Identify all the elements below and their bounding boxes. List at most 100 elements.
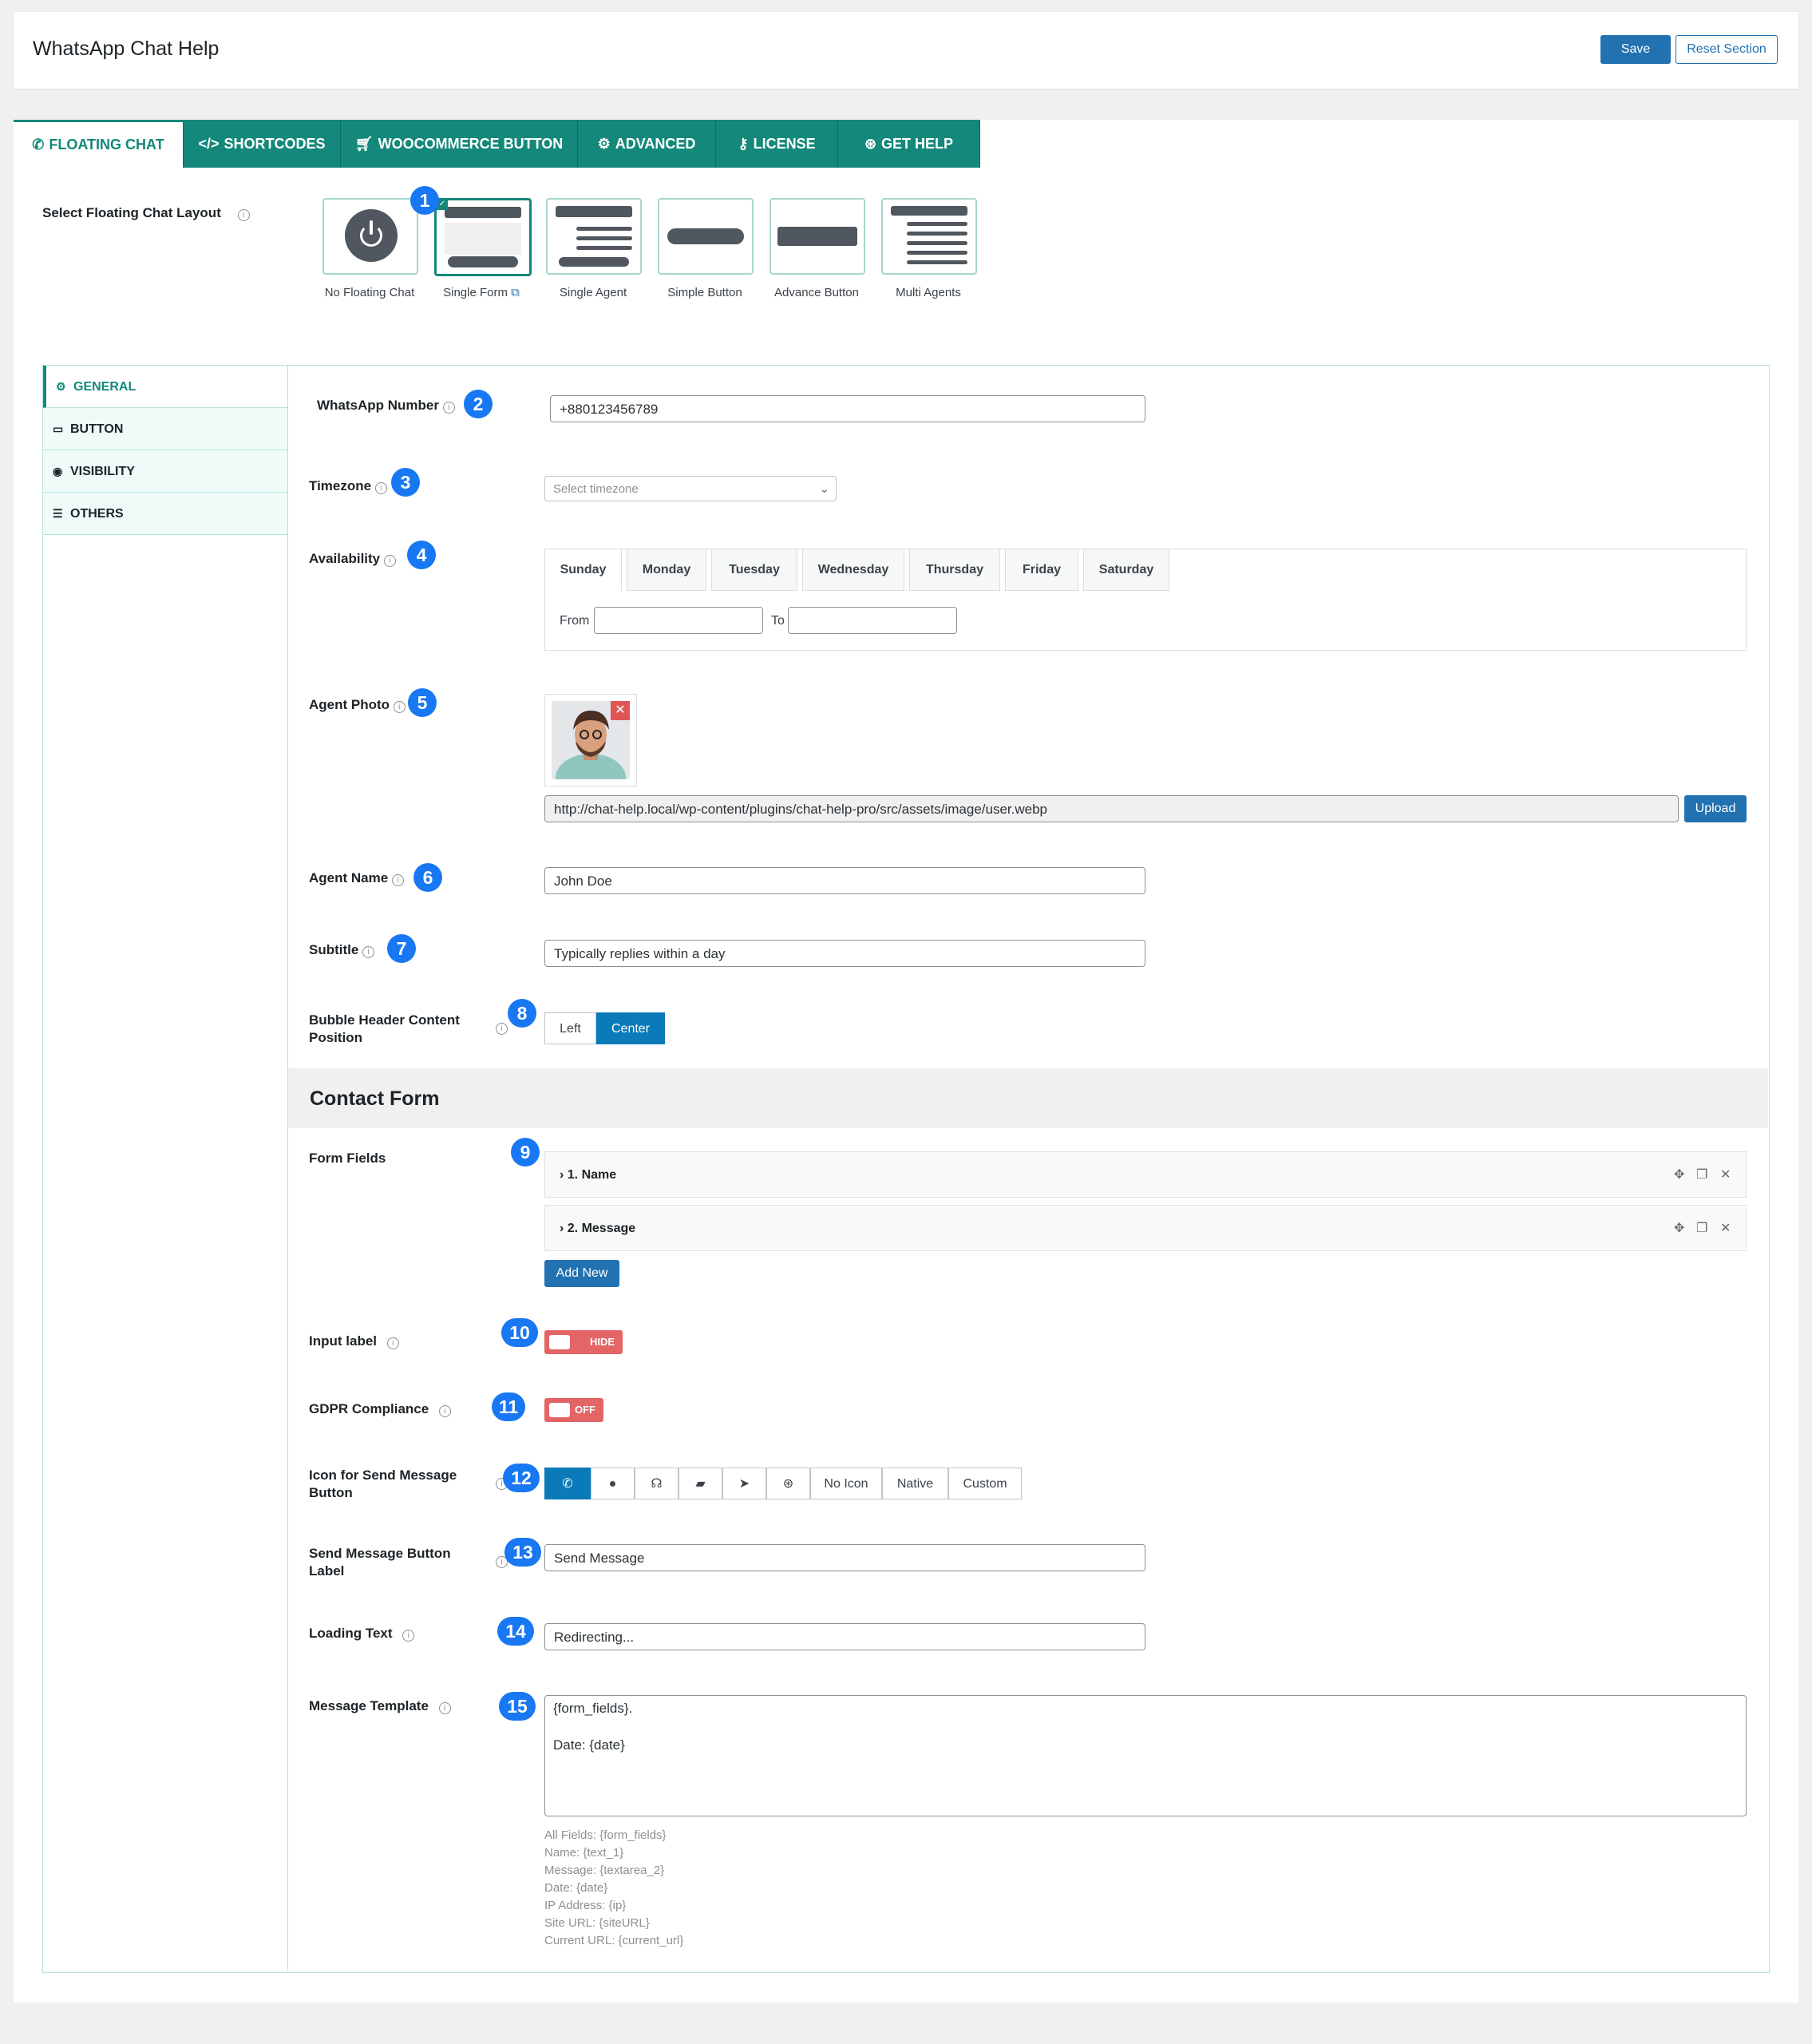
bubble-position-left[interactable]: Left xyxy=(544,1012,596,1044)
day-tab-saturday[interactable]: Saturday xyxy=(1083,549,1169,591)
nav-button[interactable]: ▭ BUTTON xyxy=(43,408,287,450)
save-button[interactable]: Save xyxy=(1600,35,1671,64)
agent-name-label: Agent Name i xyxy=(309,870,404,886)
close-icon[interactable]: ✕ xyxy=(1720,1206,1731,1252)
tab-get-help[interactable]: ⊛ GET HELP xyxy=(838,120,980,168)
send-icon-support[interactable]: ☊ xyxy=(635,1468,679,1499)
to-label: To xyxy=(771,614,785,628)
day-tab-monday[interactable]: Monday xyxy=(627,549,706,591)
info-icon: i xyxy=(237,209,250,221)
lifebuoy-icon: ⊛ xyxy=(782,1477,794,1491)
layout-option-single-agent[interactable] xyxy=(546,198,642,275)
tab-license[interactable]: ⚷ LICENSE xyxy=(716,120,838,168)
loading-text-input[interactable]: Redirecting... xyxy=(544,1623,1145,1650)
input-label-toggle[interactable]: HIDE xyxy=(544,1330,623,1354)
send-icon-send[interactable]: ➤ xyxy=(722,1468,766,1499)
nav-visibility[interactable]: ◉ VISIBILITY xyxy=(43,450,287,493)
nav-others[interactable]: ☰ OTHERS xyxy=(43,493,287,535)
loading-text-label: Loading Text i xyxy=(309,1626,415,1642)
step-badge: 5 xyxy=(408,688,437,717)
upload-button[interactable]: Upload xyxy=(1684,795,1747,822)
move-icon[interactable]: ✥ xyxy=(1674,1206,1684,1252)
layout-option-no-floating-chat[interactable] xyxy=(322,198,418,275)
send-icon-no-icon[interactable]: No Icon xyxy=(810,1468,882,1499)
message-template-textarea[interactable]: {form_fields}. Date: {date} xyxy=(544,1695,1747,1816)
layout-option-advance-button[interactable] xyxy=(770,198,865,275)
availability-label: Availability i xyxy=(309,551,396,567)
step-badge: 12 xyxy=(503,1464,540,1492)
day-tab-friday[interactable]: Friday xyxy=(1005,549,1078,591)
external-link-icon[interactable]: ⧉ xyxy=(511,286,520,299)
step-badge: 13 xyxy=(504,1538,541,1567)
send-icon-custom[interactable]: Custom xyxy=(948,1468,1022,1499)
whatsapp-number-input[interactable]: +880123456789 xyxy=(550,395,1145,422)
timezone-select[interactable]: Select timezone ⌄ xyxy=(544,476,837,501)
from-time-input[interactable] xyxy=(594,607,763,634)
chevron-right-icon: › xyxy=(560,1168,564,1182)
gdpr-toggle[interactable]: OFF xyxy=(544,1398,603,1422)
gears-icon: ⚙ xyxy=(56,380,66,393)
bubble-position-center[interactable]: Center xyxy=(596,1012,665,1044)
form-fields-label: Form Fields xyxy=(309,1151,386,1166)
tab-advanced[interactable]: ⚙ ADVANCED xyxy=(578,120,716,168)
info-icon: i xyxy=(438,1405,451,1417)
button-icon: ▭ xyxy=(53,422,64,435)
send-icon-whatsapp[interactable]: ✆ xyxy=(544,1468,591,1499)
add-new-button[interactable]: Add New xyxy=(544,1260,619,1287)
layout-caption: Multi Agents xyxy=(896,286,961,299)
info-icon: i xyxy=(391,874,404,886)
layout-caption: Simple Button xyxy=(667,286,742,299)
remove-photo-icon[interactable]: ✕ xyxy=(611,701,630,720)
section-title: Contact Form xyxy=(310,1087,440,1110)
nav-general[interactable]: ⚙ GENERAL xyxy=(43,366,287,408)
input-label-label: Input label i xyxy=(309,1333,399,1349)
day-tab-tuesday[interactable]: Tuesday xyxy=(711,549,797,591)
step-badge: 10 xyxy=(501,1318,538,1347)
tab-shortcodes[interactable]: </> SHORTCODES xyxy=(184,120,341,168)
day-tab-sunday[interactable]: Sunday xyxy=(545,549,622,591)
template-placeholder-hints: All Fields: {form_fields} Name: {text_1}… xyxy=(544,1828,684,1947)
clone-icon[interactable]: ❐ xyxy=(1696,1152,1707,1198)
info-icon: i xyxy=(383,555,396,567)
subtitle-label: Subtitle i xyxy=(309,942,375,958)
eye-icon: ◉ xyxy=(53,465,63,477)
step-badge: 4 xyxy=(407,541,436,569)
send-icon-native[interactable]: Native xyxy=(882,1468,948,1499)
whatsapp-icon: ✆ xyxy=(562,1477,573,1491)
layout-option-multi-agents[interactable] xyxy=(881,198,977,275)
day-tab-wednesday[interactable]: Wednesday xyxy=(802,549,904,591)
form-field-item[interactable]: › 2. Message ✥ ❐ ✕ xyxy=(544,1205,1747,1251)
agent-name-input[interactable]: John Doe xyxy=(544,867,1145,894)
gears-icon: ⚙ xyxy=(597,136,611,152)
gdpr-label: GDPR Compliance i xyxy=(309,1401,451,1417)
send-icon-comment[interactable]: ▰ xyxy=(679,1468,722,1499)
tab-woocommerce-button[interactable]: 🛒︎ WOOCOMMERCE BUTTON xyxy=(341,120,578,168)
clone-icon[interactable]: ❐ xyxy=(1696,1206,1707,1252)
close-icon[interactable]: ✕ xyxy=(1720,1152,1731,1198)
send-icon-lifebuoy[interactable]: ⊛ xyxy=(766,1468,810,1499)
step-badge: 1 xyxy=(410,186,439,215)
to-time-input[interactable] xyxy=(788,607,957,634)
layout-option-simple-button[interactable] xyxy=(658,198,754,275)
move-icon[interactable]: ✥ xyxy=(1674,1152,1684,1198)
layout-caption: Single Agent xyxy=(559,286,627,299)
layout-option-single-form[interactable]: ✓ xyxy=(434,198,532,276)
info-icon: i xyxy=(496,1023,508,1035)
reset-section-button[interactable]: Reset Section xyxy=(1676,35,1778,64)
form-field-item[interactable]: › 1. Name ✥ ❐ ✕ xyxy=(544,1151,1747,1198)
send-icon-chat[interactable]: ● xyxy=(591,1468,635,1499)
send-icon: ➤ xyxy=(738,1477,750,1491)
agent-photo-url-input[interactable]: http://chat-help.local/wp-content/plugin… xyxy=(544,795,1679,822)
layout-caption: Advance Button xyxy=(774,286,859,299)
step-badge: 2 xyxy=(464,390,493,418)
subtitle-input[interactable]: Typically replies within a day xyxy=(544,940,1145,967)
day-tab-thursday[interactable]: Thursday xyxy=(909,549,1000,591)
tab-floating-chat[interactable]: ✆ FLOATING CHAT xyxy=(14,120,184,168)
whatsapp-number-label: WhatsApp Number i xyxy=(317,398,455,414)
chevron-down-icon: ⌄ xyxy=(819,482,829,496)
info-icon: i xyxy=(393,701,406,713)
step-badge: 6 xyxy=(413,863,442,892)
send-button-label-input[interactable]: Send Message xyxy=(544,1544,1145,1571)
step-badge: 11 xyxy=(492,1392,525,1421)
step-badge: 9 xyxy=(511,1138,540,1167)
